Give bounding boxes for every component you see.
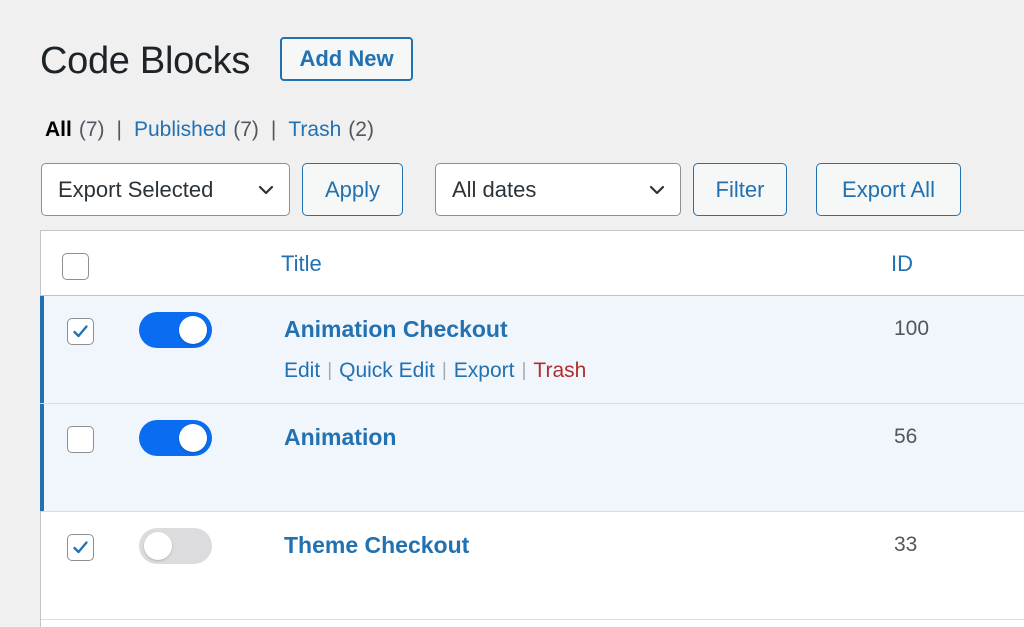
active-toggle[interactable]: [139, 528, 212, 564]
action-separator: |: [441, 360, 447, 381]
trash-link[interactable]: Trash: [533, 359, 586, 383]
toggle-knob: [144, 532, 172, 560]
date-filter-value: All dates: [452, 176, 537, 202]
add-new-button[interactable]: Add New: [280, 37, 413, 81]
row-actions: Edit | Quick Edit | Export | Trash: [284, 359, 586, 383]
bulk-action-select[interactable]: Export Selected: [41, 163, 290, 216]
table-row: Animation 56: [39, 404, 1024, 512]
view-published-link[interactable]: Published: [134, 118, 226, 142]
chevron-down-icon: [258, 185, 274, 195]
checkmark-icon: [73, 325, 88, 338]
view-trash-count: (2): [348, 118, 374, 141]
action-separator: |: [327, 360, 333, 381]
active-toggle[interactable]: [139, 420, 212, 456]
table-header: Title ID: [41, 231, 1024, 296]
column-title[interactable]: Title: [281, 251, 322, 277]
table-row: Animation Checkout 100 Edit | Quick Edit…: [39, 296, 1024, 404]
row-title-link[interactable]: Animation Checkout: [284, 316, 508, 343]
chevron-down-icon: [649, 185, 665, 195]
checkmark-icon: [73, 541, 88, 554]
select-all-checkbox[interactable]: [62, 253, 89, 280]
bulk-action-value: Export Selected: [58, 176, 214, 202]
view-all-count: (7): [78, 118, 105, 141]
export-all-button[interactable]: Export All: [816, 163, 961, 216]
row-checkbox[interactable]: [67, 534, 94, 561]
column-id[interactable]: ID: [891, 251, 913, 277]
row-id: 33: [894, 533, 918, 556]
row-id: 56: [894, 425, 918, 448]
row-id: 100: [894, 317, 930, 340]
date-filter-select[interactable]: All dates: [435, 163, 681, 216]
action-separator: |: [521, 360, 527, 381]
views-separator: |: [270, 118, 277, 141]
view-trash-link[interactable]: Trash: [288, 118, 341, 142]
active-toggle[interactable]: [139, 312, 212, 348]
view-published-count: (7): [233, 118, 259, 141]
toggle-knob: [179, 424, 207, 452]
view-all-link[interactable]: All: [45, 118, 72, 142]
views-filter: All (7) | Published (7) | Trash (2): [45, 118, 374, 142]
row-checkbox[interactable]: [67, 426, 94, 453]
page-title: Code Blocks: [40, 40, 251, 82]
toggle-knob: [179, 316, 207, 344]
filter-button[interactable]: Filter: [693, 163, 787, 216]
code-blocks-table: Title ID Animation Checkout 100 Edit | Q…: [39, 230, 1024, 627]
apply-button[interactable]: Apply: [302, 163, 403, 216]
row-checkbox[interactable]: [67, 318, 94, 345]
row-title-link[interactable]: Theme Checkout: [284, 532, 469, 559]
export-link[interactable]: Export: [454, 359, 515, 383]
table-row: Theme Checkout 33: [41, 512, 1024, 620]
edit-link[interactable]: Edit: [284, 359, 320, 383]
views-separator: |: [116, 118, 122, 141]
quick-edit-link[interactable]: Quick Edit: [339, 359, 435, 383]
row-title-link[interactable]: Animation: [284, 424, 396, 451]
